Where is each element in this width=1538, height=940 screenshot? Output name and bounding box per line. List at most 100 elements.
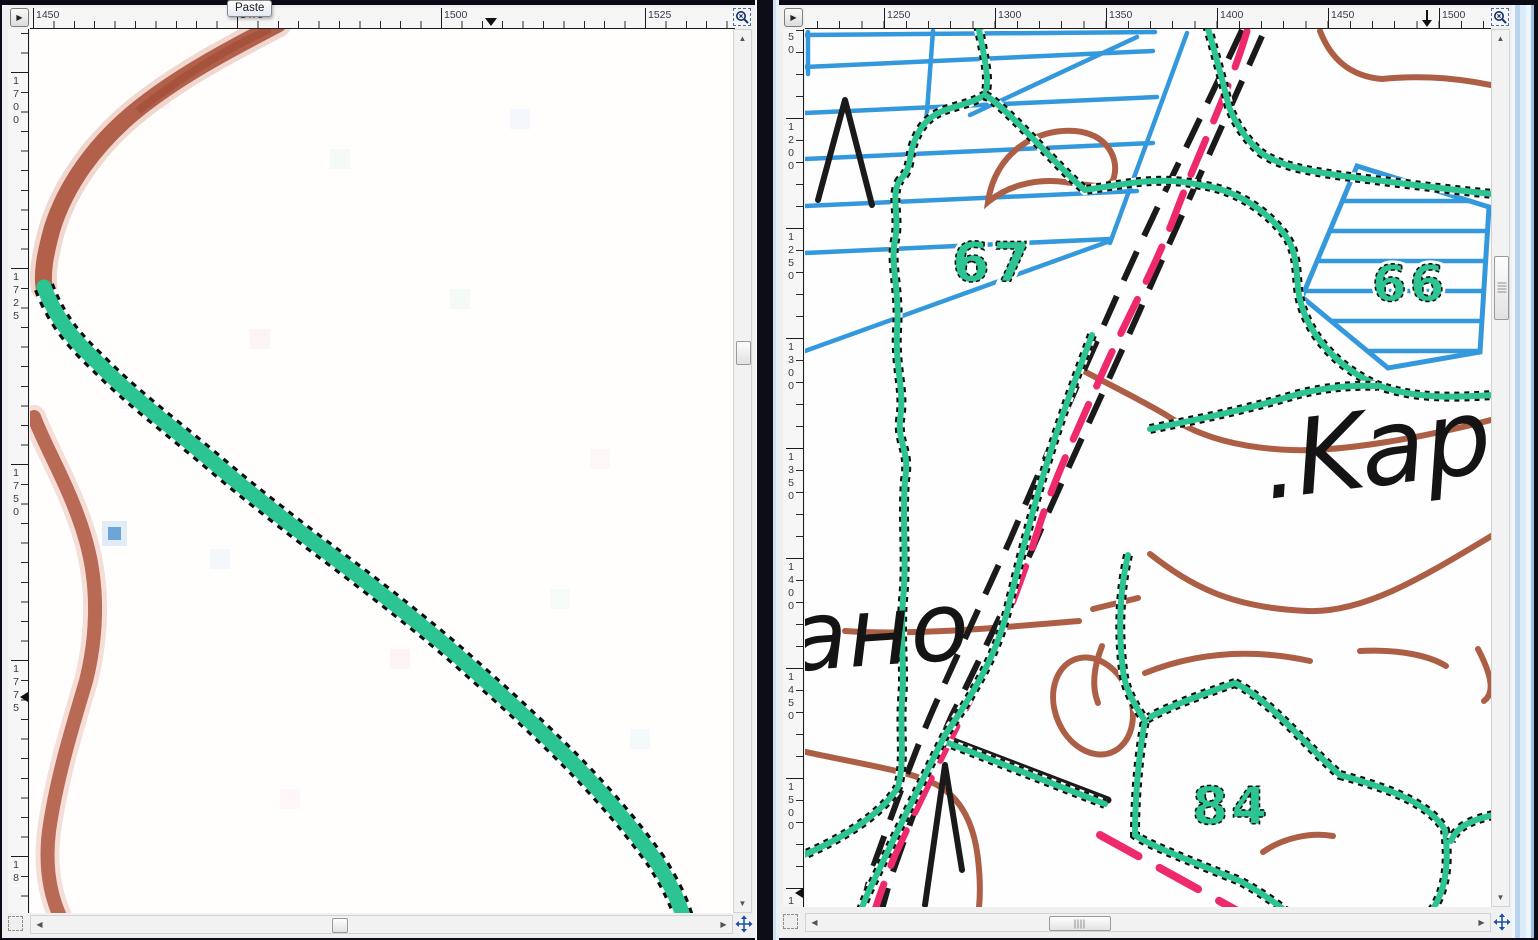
quick-mask-toggle-icon[interactable] <box>8 916 23 931</box>
zoom-follows-window-icon[interactable] <box>733 8 751 26</box>
ruler-tick <box>441 8 442 28</box>
ruler-position-marker <box>1421 10 1433 28</box>
pixelated-map-view <box>30 29 733 913</box>
label-67: 67 <box>952 231 1033 294</box>
play-triangle-icon: ▶ <box>16 13 22 22</box>
image-window-right: ▶ 1250 1300 1350 1400 1450 1500 50 1200 <box>779 5 1536 938</box>
vertical-ruler-right[interactable]: 50 1200 1250 1300 1350 1400 1450 1500 1 <box>783 29 804 907</box>
scroll-down-arrow-icon[interactable]: ▼ <box>734 895 751 912</box>
ruler-tick <box>1106 8 1107 28</box>
gimp-dual-window-view: ▶ 1450 1475 1500 1525 1700 1725 1750 177… <box>0 0 1538 940</box>
ruler-label: 1500 <box>1442 9 1465 21</box>
ruler-tick <box>995 8 996 28</box>
quick-mask-toggle-icon[interactable] <box>783 914 798 929</box>
move-cross-icon <box>735 915 753 933</box>
ruler-label: 1250 <box>887 9 910 21</box>
ruler-label: 1450 <box>785 671 796 723</box>
ruler-tick <box>11 660 28 661</box>
pan-view-button[interactable] <box>735 915 753 933</box>
scroll-down-arrow-icon[interactable]: ▼ <box>1492 889 1509 906</box>
ruler-origin-menu-button[interactable]: ▶ <box>10 8 29 27</box>
scrollbar-thumb[interactable] <box>332 918 348 933</box>
ruler-label: 1700 <box>10 75 21 127</box>
blue-pixel-dot <box>102 521 127 546</box>
move-cross-icon <box>1493 913 1511 931</box>
horizontal-scrollbar-right-window[interactable]: ◀ ▶ <box>805 913 1491 932</box>
ruler-tick <box>884 8 885 28</box>
ruler-label: 1750 <box>10 467 21 519</box>
ruler-label: 1775 <box>10 663 21 715</box>
ruler-tick <box>1328 8 1329 28</box>
ruler-label: 1500 <box>444 9 467 21</box>
ruler-position-marker <box>795 888 803 898</box>
ruler-label: 1450 <box>36 9 59 21</box>
pan-view-button[interactable] <box>1493 913 1511 931</box>
image-canvas-zoomed-pixels[interactable] <box>30 29 733 913</box>
triangle-symbols <box>818 100 962 905</box>
ruler-label: 1400 <box>785 561 796 613</box>
ruler-label: 1525 <box>648 9 671 21</box>
ruler-position-marker <box>485 18 497 26</box>
horizontal-ruler-left[interactable]: 1450 1475 1500 1525 <box>30 8 735 29</box>
vertical-scrollbar-left-window[interactable]: ▲ ▼ <box>733 29 752 913</box>
ruler-label: 1250 <box>785 231 796 283</box>
scroll-up-arrow-icon[interactable]: ▲ <box>1492 30 1509 47</box>
ruler-tick <box>11 268 28 269</box>
window-border-right <box>1512 5 1536 938</box>
ruler-position-marker <box>20 692 28 702</box>
window-gap <box>755 0 779 940</box>
ruler-tick <box>786 558 803 559</box>
ruler-label: 1300 <box>785 341 796 393</box>
ruler-origin-menu-button[interactable]: ▶ <box>784 8 803 27</box>
ruler-label: 1200 <box>785 121 796 173</box>
ruler-tick <box>786 338 803 339</box>
ruler-label: 1350 <box>785 451 796 503</box>
ruler-label: 1725 <box>10 271 21 323</box>
ruler-label: 1500 <box>785 781 796 833</box>
scroll-left-arrow-icon[interactable]: ◀ <box>31 916 48 933</box>
scrollbar-thumb[interactable] <box>1494 256 1509 320</box>
ruler-label: 1350 <box>1109 9 1132 21</box>
ruler-label: 1400 <box>1220 9 1243 21</box>
ruler-label: 1300 <box>998 9 1021 21</box>
horizontal-scrollbar-left-window[interactable]: ◀ ▶ <box>30 915 733 934</box>
ruler-tick <box>786 778 803 779</box>
ruler-tick <box>786 448 803 449</box>
scrollbar-thumb[interactable] <box>1049 916 1111 931</box>
selected-green-line-marching-ants <box>44 287 684 913</box>
image-window-left: ▶ 1450 1475 1500 1525 1700 1725 1750 177… <box>2 5 755 938</box>
ruler-label: 1450 <box>1331 9 1354 21</box>
ruler-tick <box>1217 8 1218 28</box>
paste-tooltip: Paste <box>227 0 272 17</box>
scroll-left-arrow-icon[interactable]: ◀ <box>806 914 823 931</box>
horizontal-ruler-right[interactable]: 1250 1300 1350 1400 1450 1500 <box>805 8 1491 29</box>
ruler-tick <box>645 8 646 28</box>
magnifier-icon <box>1493 10 1507 24</box>
vertical-ruler-left[interactable]: 1700 1725 1750 1775 18 <box>8 29 29 913</box>
ruler-tick <box>11 464 28 465</box>
scroll-right-arrow-icon[interactable]: ▶ <box>1473 914 1490 931</box>
topographic-map: 67 67 66 66 84 84 .Kap ано <box>805 29 1491 907</box>
vertical-scrollbar-right-window[interactable]: ▲ ▼ <box>1491 29 1510 907</box>
ruler-tick <box>33 8 34 28</box>
ruler-label: 50 <box>785 31 796 57</box>
ruler-tick <box>786 228 803 229</box>
ruler-label: 18 <box>10 859 21 885</box>
scroll-right-arrow-icon[interactable]: ▶ <box>715 916 732 933</box>
pink-boundary-dashed <box>865 31 1310 907</box>
contour-line-red-lower <box>34 417 95 913</box>
play-triangle-icon: ▶ <box>790 13 796 22</box>
ruler-tick <box>1439 8 1440 28</box>
magnifier-icon <box>735 10 749 24</box>
label-66: 66 <box>1372 255 1448 313</box>
zoom-follows-window-icon[interactable] <box>1491 8 1509 26</box>
scroll-up-arrow-icon[interactable]: ▲ <box>734 30 751 47</box>
scrollbar-thumb[interactable] <box>736 341 751 365</box>
ruler-tick <box>786 668 803 669</box>
placename-ano: ано <box>805 570 972 694</box>
label-84: 84 <box>1192 777 1270 837</box>
image-canvas-topo-map[interactable]: 67 67 66 66 84 84 .Kap ано <box>805 29 1491 907</box>
contour-line-red-upper <box>43 29 278 287</box>
ruler-tick <box>11 856 28 857</box>
ruler-tick <box>11 72 28 73</box>
